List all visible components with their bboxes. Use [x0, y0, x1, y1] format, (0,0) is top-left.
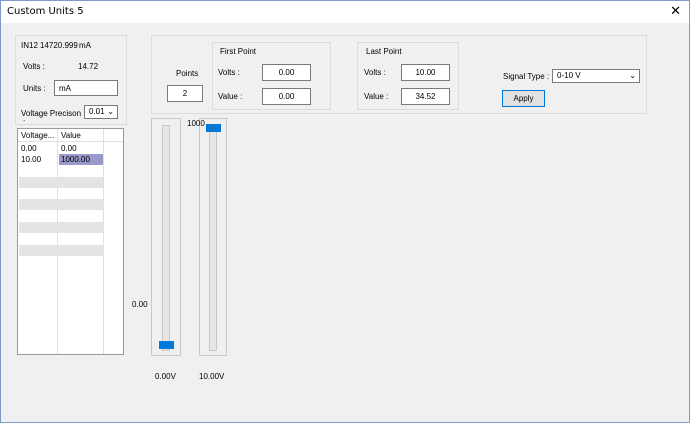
table-cell: 0.00 [61, 144, 77, 153]
first-point-title: First Point [220, 47, 257, 56]
chevron-down-icon: ⌄ [107, 107, 114, 116]
right-slider-volts: 10.00V [199, 372, 225, 381]
column-divider-end [103, 129, 104, 354]
right-slider-thumb[interactable] [206, 124, 221, 132]
first-volts-input[interactable]: 0.00 [262, 64, 311, 81]
left-slider-thumb[interactable] [159, 341, 174, 349]
precision-value: 0.01 [89, 107, 105, 116]
table-row [19, 245, 103, 256]
left-slider-value: 0.00 [132, 300, 148, 309]
header-divider [18, 141, 123, 142]
custom-units-dialog: Custom Units 5 ✕ IN12 14720.999 mA Volts… [0, 0, 690, 423]
title-bar: Custom Units 5 ✕ [1, 1, 689, 23]
column-header-value[interactable]: Value [61, 131, 81, 140]
first-value-label: Value : [218, 92, 243, 101]
signal-type-value: 0-10 V [557, 71, 581, 80]
points-label: Points [176, 69, 199, 78]
window-title: Custom Units 5 [7, 6, 84, 17]
last-volts-input[interactable]: 10.00 [401, 64, 450, 81]
close-icon[interactable]: ✕ [670, 4, 681, 20]
volts-value: 14.72 [78, 62, 99, 71]
points-table[interactable]: Voltage... Value 0.00 0.00 10.00 1000.00 [17, 128, 124, 355]
precision-select[interactable]: 0.01 ⌄ [84, 105, 118, 119]
last-value-input[interactable]: 34.52 [401, 88, 450, 105]
last-volts-label: Volts : [364, 68, 386, 77]
right-slider-value: 1000 [187, 119, 205, 128]
chevron-down-icon: ⌄ [629, 71, 636, 80]
table-cell: 10.00 [21, 155, 42, 164]
table-cell-selected[interactable]: 1000.00 [59, 154, 103, 165]
reading-unit: mA [79, 41, 91, 50]
table-cell: 0.00 [21, 144, 37, 153]
units-label: Units : [23, 84, 46, 93]
signal-type-select[interactable]: 0-10 V ⌄ [552, 69, 640, 83]
first-volts-label: Volts : [218, 68, 240, 77]
input-name: IN12 [21, 41, 38, 50]
volts-label: Volts : [23, 62, 45, 71]
table-row [19, 199, 103, 210]
precision-label: Voltage Precison [21, 109, 82, 118]
table-row[interactable]: 10.00 1000.00 [19, 154, 103, 165]
signal-type-label: Signal Type : [503, 72, 550, 81]
precision-dot: . [23, 114, 26, 123]
last-value-label: Value : [364, 92, 389, 101]
first-value-input[interactable]: 0.00 [262, 88, 311, 105]
left-slider-volts: 0.00V [155, 372, 176, 381]
right-slider-track[interactable] [209, 125, 217, 351]
table-row [19, 222, 103, 233]
apply-button[interactable]: Apply [502, 90, 545, 107]
units-input[interactable]: mA [54, 80, 118, 96]
left-slider-track[interactable] [162, 125, 170, 351]
table-row[interactable]: 0.00 0.00 [19, 143, 103, 154]
input-reading: 14720.999 [40, 41, 78, 50]
table-row [19, 177, 103, 188]
last-point-title: Last Point [366, 47, 402, 56]
points-input[interactable]: 2 [167, 85, 203, 102]
column-header-voltage[interactable]: Voltage... [21, 131, 54, 140]
